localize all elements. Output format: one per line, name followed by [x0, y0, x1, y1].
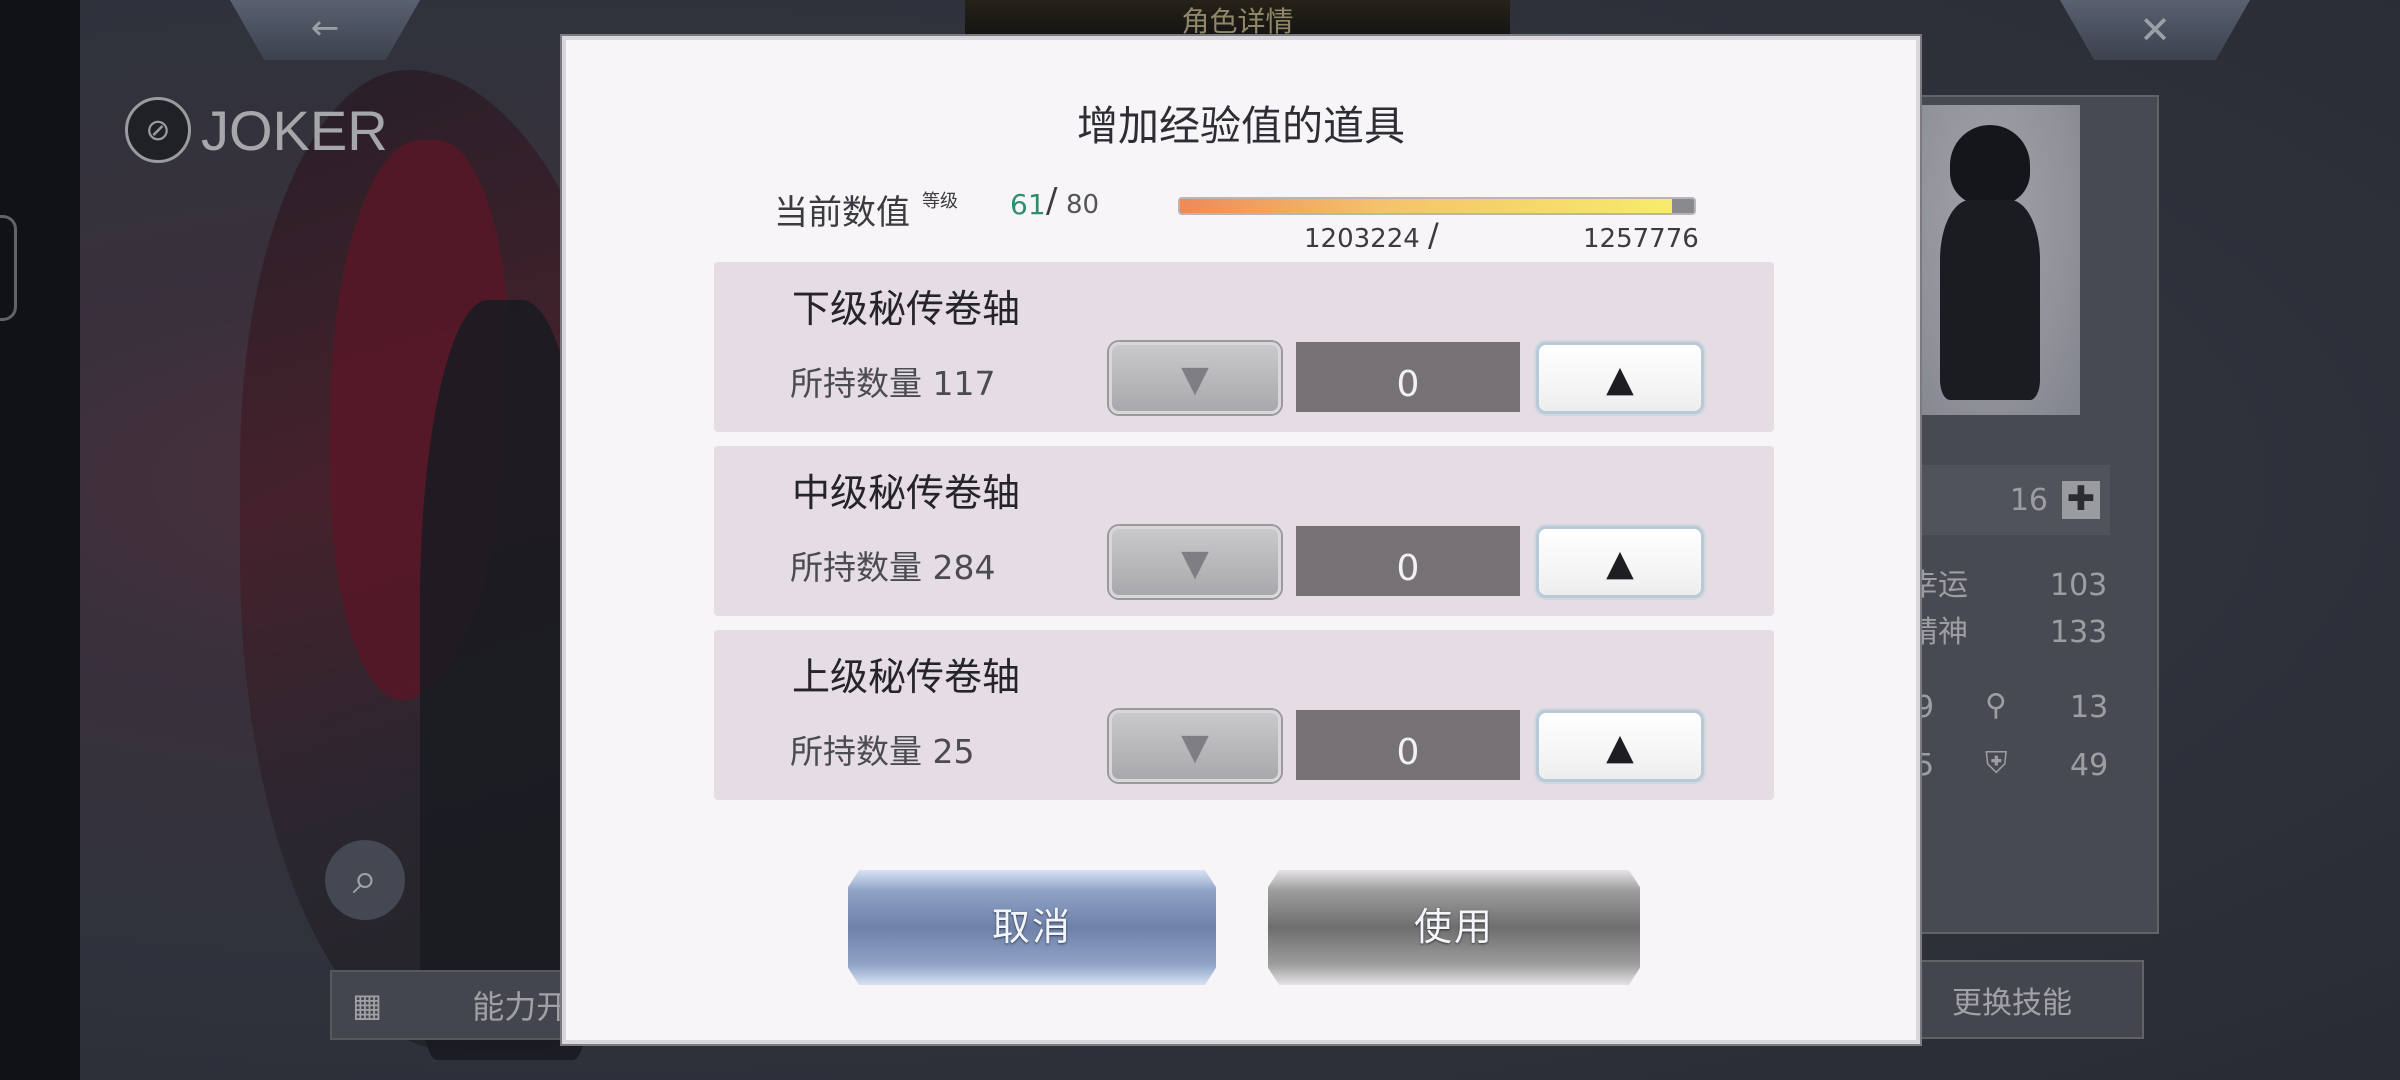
item-owned-count: 所持数量 25	[790, 732, 975, 771]
dialog-title: 增加经验值的道具	[1077, 102, 1405, 150]
quantity-display: 0	[1296, 342, 1520, 412]
level-label: 等级	[922, 191, 958, 212]
item-name: 下级秘传卷轴	[792, 287, 1021, 331]
triangle-down-icon: ▼	[1181, 543, 1209, 584]
exp-separator: /	[1428, 216, 1439, 254]
use-button[interactable]: 使用	[1268, 870, 1640, 985]
item-owned-count: 所持数量 284	[790, 548, 996, 587]
increase-button[interactable]: ▲	[1536, 710, 1704, 782]
level-separator: /	[1046, 181, 1058, 221]
item-name: 中级秘传卷轴	[792, 471, 1021, 515]
current-exp: 1203224	[1304, 224, 1420, 254]
quantity-display: 0	[1296, 526, 1520, 596]
exp-item-dialog: 增加经验值的道具 当前数值 等级 61 / 80 1203224 / 12577…	[562, 36, 1920, 1044]
next-level-exp: 1257776	[1583, 224, 1699, 254]
triangle-up-icon: ▲	[1606, 359, 1634, 400]
cancel-button[interactable]: 取消	[848, 870, 1216, 985]
increase-button[interactable]: ▲	[1536, 526, 1704, 598]
item-row-high-scroll: 上级秘传卷轴 所持数量 25 ▼ 0 ▲	[714, 630, 1774, 800]
item-owned-count: 所持数量 117	[790, 364, 996, 403]
quantity-display: 0	[1296, 710, 1520, 780]
exp-progress-fill	[1180, 199, 1672, 213]
decrease-button[interactable]: ▼	[1109, 710, 1281, 782]
current-level: 61	[1010, 188, 1046, 221]
decrease-button[interactable]: ▼	[1109, 526, 1281, 598]
decrease-button[interactable]: ▼	[1109, 342, 1281, 414]
item-name: 上级秘传卷轴	[792, 655, 1021, 699]
triangle-down-icon: ▼	[1181, 727, 1209, 768]
item-row-mid-scroll: 中级秘传卷轴 所持数量 284 ▼ 0 ▲	[714, 446, 1774, 616]
increase-button[interactable]: ▲	[1536, 342, 1704, 414]
max-level: 80	[1066, 190, 1100, 220]
triangle-up-icon: ▲	[1606, 543, 1634, 584]
exp-progress-bar	[1178, 197, 1696, 215]
current-value-label: 当前数值	[774, 193, 910, 233]
triangle-down-icon: ▼	[1181, 359, 1209, 400]
triangle-up-icon: ▲	[1606, 727, 1634, 768]
item-row-low-scroll: 下级秘传卷轴 所持数量 117 ▼ 0 ▲	[714, 262, 1774, 432]
